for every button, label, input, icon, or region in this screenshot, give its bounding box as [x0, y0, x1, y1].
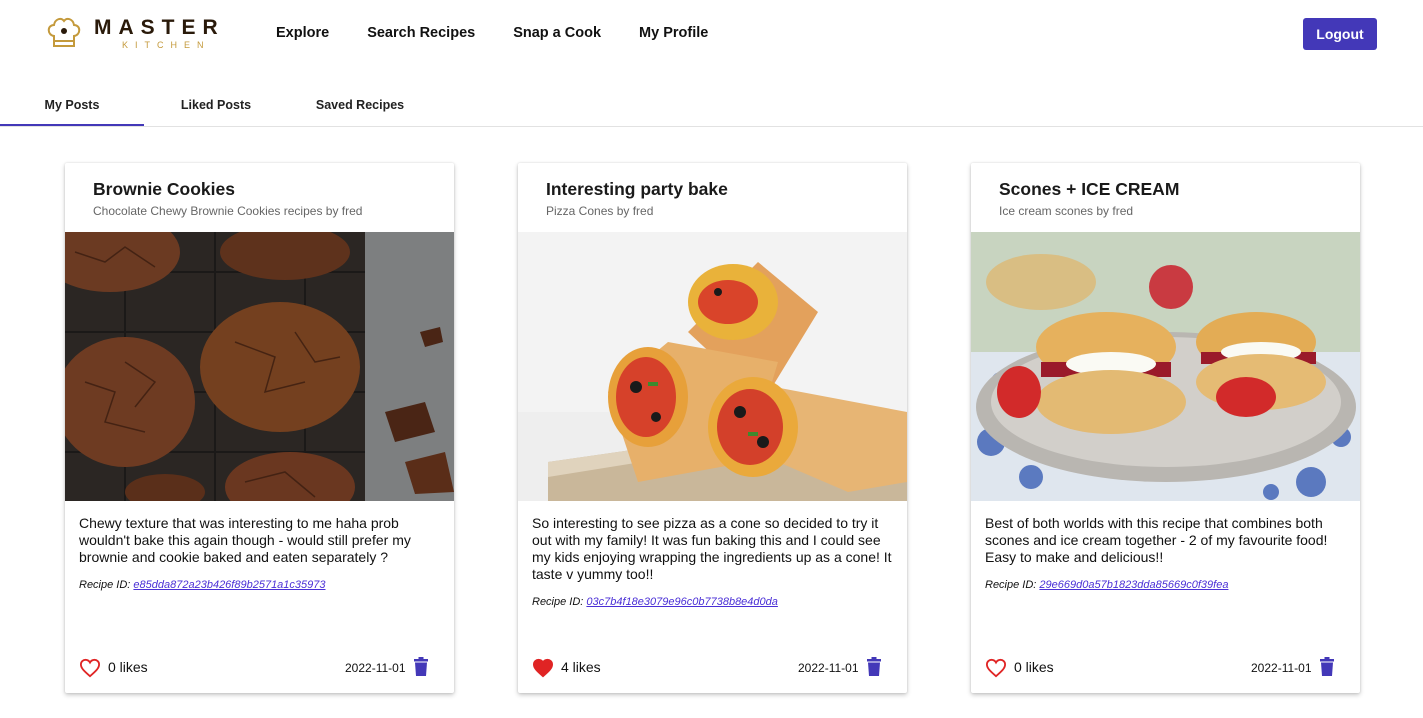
heart-icon[interactable] [985, 658, 1007, 678]
recipe-id-label: Recipe ID: [532, 596, 584, 608]
post-card: Interesting party bake Pizza Cones by fr… [518, 163, 907, 693]
logo[interactable]: MASTER KITCHEN [44, 13, 239, 55]
nav-search-recipes[interactable]: Search Recipes [367, 22, 475, 44]
brownie-cookies-photo [65, 232, 454, 501]
like-count: 0 likes [108, 659, 148, 675]
profile-tabs: My Posts Liked Posts Saved Recipes [0, 84, 1423, 127]
like-count: 4 likes [561, 659, 601, 675]
post-card: Brownie Cookies Chocolate Chewy Brownie … [65, 163, 454, 693]
tab-saved-recipes[interactable]: Saved Recipes [288, 84, 432, 126]
post-subtitle: Chocolate Chewy Brownie Cookies recipes … [93, 204, 363, 218]
recipe-id: Recipe ID: e85dda872a23b426f89b2571a1c35… [79, 579, 440, 591]
logo-subtitle: KITCHEN [122, 40, 211, 50]
post-footer: 0 likes 2022-11-01 [971, 643, 1360, 693]
chef-hat-icon [47, 17, 81, 47]
logout-button[interactable]: Logout [1303, 18, 1377, 50]
heart-icon[interactable] [532, 658, 554, 678]
post-card: Scones + ICE CREAM Ice cream scones by f… [971, 163, 1360, 693]
scones-photo [971, 232, 1360, 501]
post-date: 2022-11-01 [798, 661, 859, 675]
recipe-id: Recipe ID: 03c7b4f18e3079e96c0b7738b8e4d… [532, 596, 893, 608]
post-footer: 0 likes 2022-11-01 [65, 643, 454, 693]
post-date: 2022-11-01 [345, 661, 406, 675]
nav-explore[interactable]: Explore [276, 22, 329, 44]
post-title: Interesting party bake [546, 179, 728, 199]
post-description: Chewy texture that was interesting to me… [79, 515, 411, 565]
heart-icon[interactable] [79, 658, 101, 678]
tab-my-posts[interactable]: My Posts [0, 84, 144, 126]
trash-icon[interactable] [413, 657, 429, 677]
post-description: Best of both worlds with this recipe tha… [985, 515, 1328, 565]
recipe-id-link[interactable]: e85dda872a23b426f89b2571a1c35973 [133, 579, 325, 591]
recipe-id-link[interactable]: 03c7b4f18e3079e96c0b7738b8e4d0da [586, 596, 777, 608]
post-subtitle: Pizza Cones by fred [546, 204, 654, 218]
tab-liked-posts[interactable]: Liked Posts [144, 84, 288, 126]
trash-icon[interactable] [1319, 657, 1335, 677]
post-date: 2022-11-01 [1251, 661, 1312, 675]
nav-my-profile[interactable]: My Profile [639, 22, 708, 44]
post-title: Scones + ICE CREAM [999, 179, 1180, 199]
post-title: Brownie Cookies [93, 179, 235, 199]
logo-wordmark: MASTER [94, 16, 225, 39]
nav-snap-a-cook[interactable]: Snap a Cook [513, 22, 601, 44]
post-description: So interesting to see pizza as a cone so… [532, 515, 892, 582]
recipe-id-label: Recipe ID: [79, 579, 131, 591]
trash-icon[interactable] [866, 657, 882, 677]
post-subtitle: Ice cream scones by fred [999, 204, 1134, 218]
recipe-id-label: Recipe ID: [985, 579, 1037, 591]
recipe-id: Recipe ID: 29e669d0a57b1823dda85669c0f39… [985, 579, 1346, 591]
post-footer: 4 likes 2022-11-01 [518, 643, 907, 693]
like-count: 0 likes [1014, 659, 1054, 675]
top-header: MASTER KITCHEN Explore Search Recipes Sn… [0, 0, 1423, 68]
main-nav: Explore Search Recipes Snap a Cook My Pr… [276, 22, 746, 44]
recipe-id-link[interactable]: 29e669d0a57b1823dda85669c0f39fea [1039, 579, 1228, 591]
pizza-cones-photo [518, 232, 907, 501]
